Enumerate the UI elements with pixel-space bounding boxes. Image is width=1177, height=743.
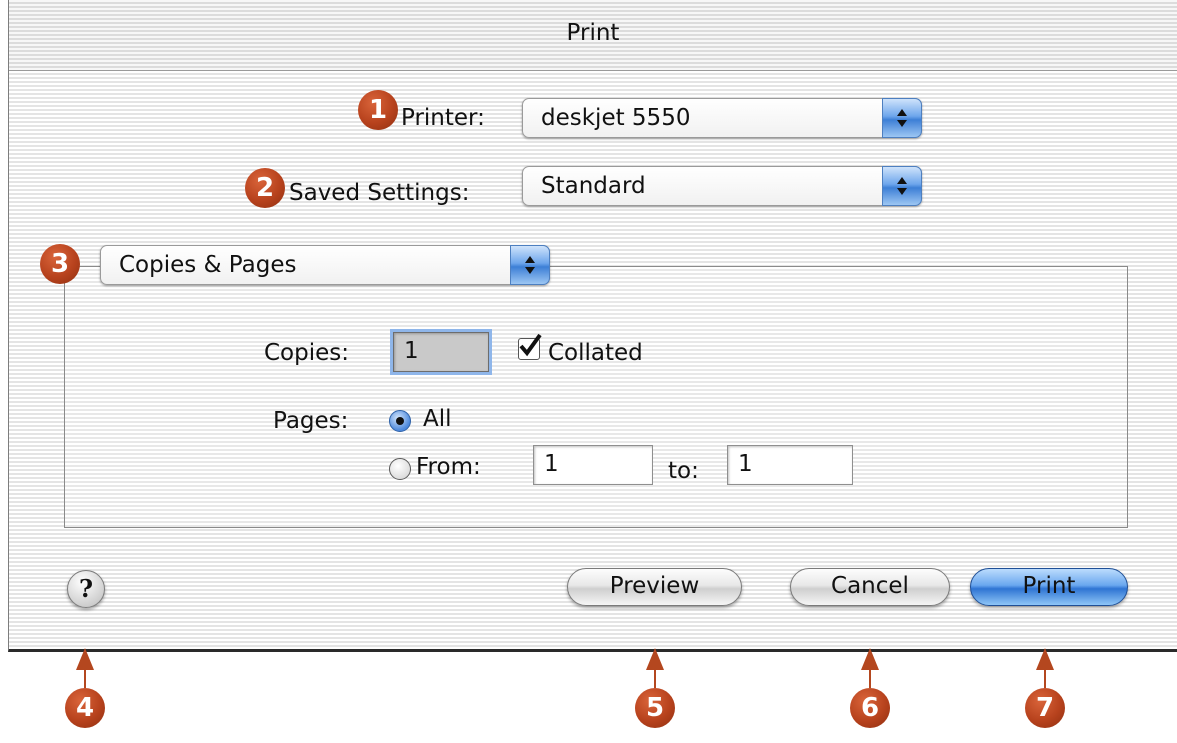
dialog-title: Print (566, 20, 620, 46)
pages-all-radio[interactable] (389, 410, 411, 432)
title-bar[interactable]: Print (9, 0, 1177, 71)
callout-arrow-line (1044, 668, 1046, 688)
callout-1: 1 (358, 90, 398, 130)
up-down-arrows-icon (882, 166, 922, 206)
pages-all-label: All (423, 406, 452, 432)
pages-from-radio[interactable] (389, 458, 411, 480)
callout-4: 4 (65, 688, 105, 728)
checkmark-icon (519, 333, 542, 357)
callout-arrow-line (654, 668, 656, 688)
callout-5: 5 (635, 688, 675, 728)
callout-arrow-line (869, 668, 871, 688)
callout-arrow-head (646, 648, 664, 670)
callout-7: 7 (1025, 688, 1065, 728)
up-down-arrows-icon (882, 98, 922, 138)
pages-from-label: From: (416, 454, 481, 480)
collated-label: Collated (548, 340, 643, 366)
printer-label: Printer: (401, 105, 485, 131)
print-button[interactable]: Print (970, 568, 1128, 606)
up-down-arrows-icon (510, 245, 550, 285)
collated-checkbox[interactable] (518, 333, 542, 360)
saved-settings-label: Saved Settings: (289, 180, 470, 206)
pages-to-label: to: (668, 458, 699, 484)
copies-pages-panel (64, 266, 1128, 528)
pages-from-input[interactable]: 1 (533, 445, 653, 485)
panel-menu-value: Copies & Pages (119, 252, 297, 278)
pages-to-input[interactable]: 1 (727, 445, 853, 485)
callout-arrow-head (1036, 648, 1054, 670)
copies-label: Copies: (264, 340, 350, 366)
callout-3: 3 (40, 244, 80, 284)
callout-arrow-head (861, 648, 879, 670)
help-button[interactable]: ? (67, 570, 105, 608)
callout-2: 2 (245, 168, 285, 208)
saved-settings-popup-value: Standard (541, 173, 646, 199)
saved-settings-popup[interactable]: Standard (522, 166, 922, 206)
copies-input[interactable]: 1 (393, 332, 489, 372)
pages-label: Pages: (273, 408, 349, 434)
callout-6: 6 (850, 688, 890, 728)
cancel-button[interactable]: Cancel (790, 568, 950, 606)
callout-arrow-head (76, 648, 94, 670)
preview-button[interactable]: Preview (567, 568, 742, 606)
printer-popup-value: deskjet 5550 (541, 105, 691, 131)
panel-menu-popup[interactable]: Copies & Pages (100, 245, 550, 285)
callout-arrow-line (84, 668, 86, 688)
printer-popup[interactable]: deskjet 5550 (522, 98, 922, 138)
